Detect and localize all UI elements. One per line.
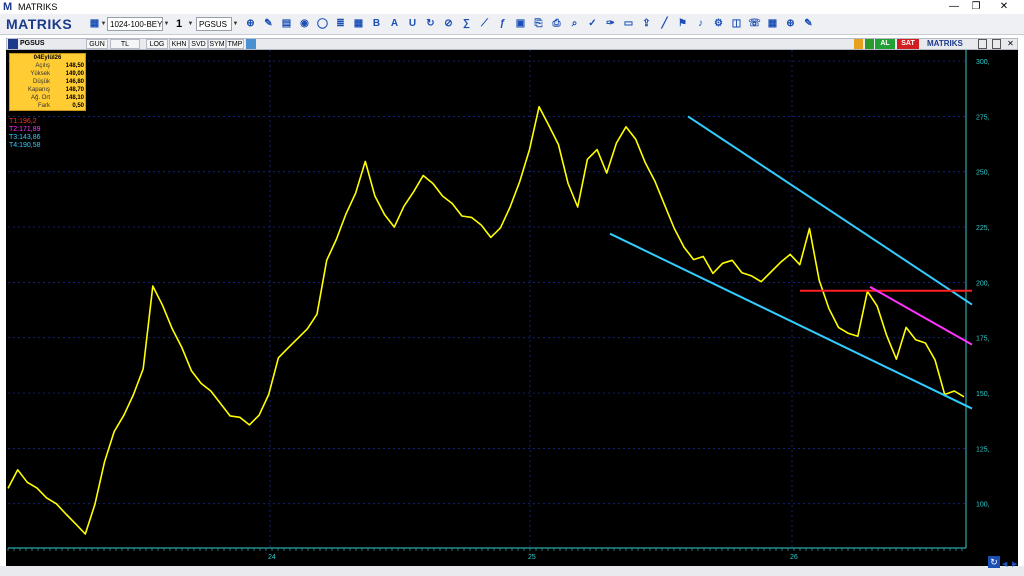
info-date: 04Eylül26 (33, 55, 62, 61)
channel-lower-line (609, 232, 973, 410)
info-value: 149,00 (65, 71, 84, 77)
price-chart[interactable]: 100, 125, 150, 175, 200, 225, 250, 275, 300, 24 25… (0, 0, 1024, 576)
info-value: 148,70 (65, 87, 84, 93)
info-label: Düşük (32, 79, 50, 85)
x-tick-label: 25 (528, 554, 536, 561)
info-label: Açılış (35, 63, 50, 69)
trendline-label-t1: T1:196,2 (9, 118, 37, 125)
y-tick-label: 175, (976, 336, 990, 343)
y-tick-label: 225, (976, 225, 990, 232)
y-tick-label: 150, (976, 391, 990, 398)
x-tick-label: 26 (790, 554, 798, 561)
y-tick-label: 300, (976, 59, 990, 66)
y-tick-label: 200, (976, 280, 990, 287)
info-value: 146,80 (65, 79, 84, 85)
trendline-label-t2: T2:171,89 (9, 126, 41, 133)
info-label: Yüksek (30, 71, 50, 77)
refresh-button[interactable]: ↻ (988, 556, 1000, 568)
x-tick-label: 24 (268, 554, 276, 561)
scroll-right-icon[interactable]: ▶ (1012, 560, 1017, 568)
y-tick-label: 125, (976, 446, 990, 453)
info-value: 148,10 (65, 95, 84, 101)
y-tick-label: 275, (976, 114, 990, 121)
y-tick-label: 250, (976, 170, 990, 177)
channel-upper-line (687, 115, 973, 306)
info-label: Fark (38, 103, 50, 109)
status-bar (0, 566, 1024, 576)
price-series-line (7, 105, 965, 535)
info-value: 148,50 (65, 63, 84, 69)
y-tick-label: 100, (976, 502, 990, 509)
trendline-label-t4: T4:190,58 (9, 142, 41, 149)
info-label: Ağ. Ort (30, 95, 50, 101)
ohlc-info-box: 04Eylül26 Açılış 148,50 Yüksek 149,00 Dü… (9, 53, 86, 111)
scroll-left-icon[interactable]: ◀ (1002, 560, 1007, 568)
info-value: 0,50 (72, 103, 84, 109)
trendline-label-t3: T3:143,86 (9, 134, 41, 141)
info-label: Kapanış (27, 87, 50, 93)
